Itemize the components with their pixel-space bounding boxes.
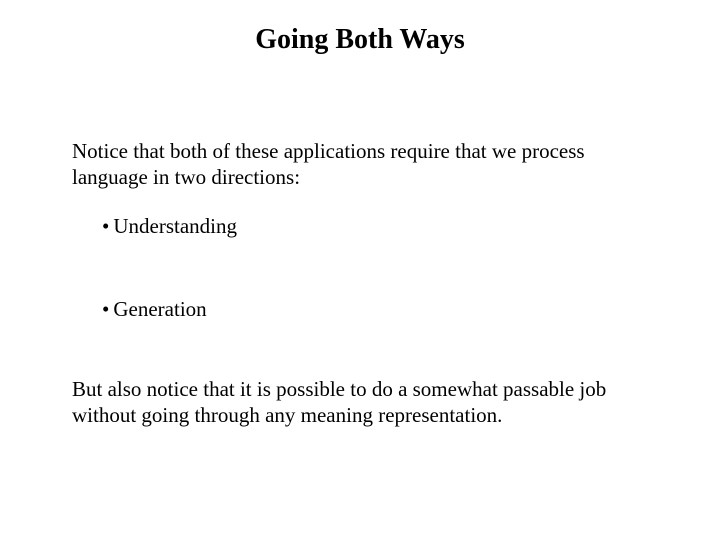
bullet-text: Generation — [113, 297, 206, 321]
bullet-icon: • — [102, 214, 109, 239]
bullet-text: Understanding — [113, 214, 237, 238]
closing-paragraph: But also notice that it is possible to d… — [72, 376, 648, 429]
intro-paragraph: Notice that both of these applications r… — [72, 138, 648, 191]
list-item: •Understanding — [102, 214, 648, 239]
list-item: •Generation — [102, 297, 648, 322]
slide-title: Going Both Ways — [0, 24, 720, 56]
slide: Going Both Ways Notice that both of thes… — [0, 0, 720, 540]
bullet-list: •Understanding •Generation — [102, 214, 648, 380]
bullet-icon: • — [102, 297, 109, 322]
